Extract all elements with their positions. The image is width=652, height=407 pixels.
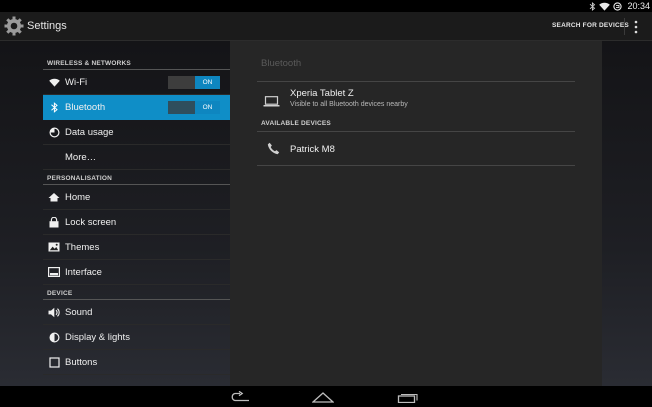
status-time: 20:34 [627,1,650,11]
content-area: WIRELESS & NETWORKS Wi-Fi ON Bluetooth O… [0,41,652,386]
this-device-item[interactable]: Xperia Tablet Z Visible to all Bluetooth… [257,84,575,114]
wifi-toggle[interactable]: ON [168,76,220,89]
available-devices-header: AVAILABLE DEVICES [261,120,331,127]
category-wireless-networks: WIRELESS & NETWORKS [43,55,230,70]
laptop-icon [263,94,280,112]
navigation-bar [0,386,652,407]
sidebar-item-label: Buttons [65,356,98,368]
sidebar-item-more[interactable]: More… [43,145,230,170]
wifi-status-icon [599,2,611,11]
paired-device-name: Patrick M8 [290,144,335,155]
sidebar-item-label: Data usage [65,126,114,138]
data-usage-icon [48,126,60,138]
settings-headers-list[interactable]: WIRELESS & NETWORKS Wi-Fi ON Bluetooth O… [43,55,230,386]
sidebar-item-display-lights[interactable]: Display & lights [43,325,230,350]
sidebar-item-sound[interactable]: Sound [43,300,230,325]
sidebar-item-label: Wi-Fi [65,76,88,88]
section-divider [257,131,575,132]
sync-status-icon [613,1,623,11]
phone-icon [267,142,280,160]
recents-icon[interactable] [396,390,418,407]
sidebar-item-label: Themes [65,241,100,253]
bluetooth-toggle-state: ON [195,101,220,114]
sidebar-item-lock-screen[interactable]: Lock screen [43,210,230,235]
sidebar-item-home[interactable]: Home [43,185,230,210]
sidebar-item-label: Lock screen [65,216,117,228]
interface-icon [48,266,60,278]
pane-title: Bluetooth [261,58,302,69]
home-icon [48,191,60,203]
sidebar-item-themes[interactable]: Themes [43,235,230,260]
themes-icon [48,241,60,253]
action-bar-title: Settings [27,20,67,32]
bluetooth-icon [48,101,60,113]
sidebar-item-label: Home [65,191,91,203]
bluetooth-status-icon [589,1,596,11]
divider [257,81,575,82]
sidebar-item-wifi[interactable]: Wi-Fi ON [43,70,230,95]
sidebar-item-label: Sound [65,306,93,318]
sidebar-item-data-usage[interactable]: Data usage [43,120,230,145]
action-bar-divider [624,18,625,35]
sidebar-item-label: Interface [65,266,102,278]
paired-device-item[interactable]: Patrick M8 [257,133,575,165]
wifi-toggle-state: ON [195,76,220,89]
category-device: DEVICE [43,285,230,300]
overflow-menu-icon[interactable] [630,19,642,35]
sidebar-item-buttons[interactable]: Buttons [43,350,230,375]
back-icon[interactable] [229,390,251,407]
buttons-icon [48,356,60,368]
sidebar-item-label: More… [65,151,97,163]
home-nav-icon[interactable] [311,390,335,407]
settings-gear-icon[interactable] [3,15,25,37]
action-bar: Settings SEARCH FOR DEVICES [0,12,652,41]
sidebar-item-label: Bluetooth [65,101,106,113]
divider [257,165,575,166]
sidebar-item-label: Display & lights [65,331,130,343]
search-for-devices-button[interactable]: SEARCH FOR DEVICES [552,22,629,29]
bluetooth-details-pane: Bluetooth Xperia Tablet Z Visible to all… [230,41,602,386]
sidebar-item-interface[interactable]: Interface [43,260,230,285]
wifi-icon [48,76,60,88]
this-device-name: Xperia Tablet Z [290,88,354,99]
category-personalisation: PERSONALISATION [43,170,230,185]
bluetooth-toggle[interactable]: ON [168,101,220,114]
sound-icon [48,306,60,318]
display-icon [48,331,60,343]
lock-icon [48,216,60,228]
this-device-subtitle: Visible to all Bluetooth devices nearby [290,101,408,108]
status-bar: 20:34 [0,0,652,12]
sidebar-item-bluetooth[interactable]: Bluetooth ON [43,95,230,120]
